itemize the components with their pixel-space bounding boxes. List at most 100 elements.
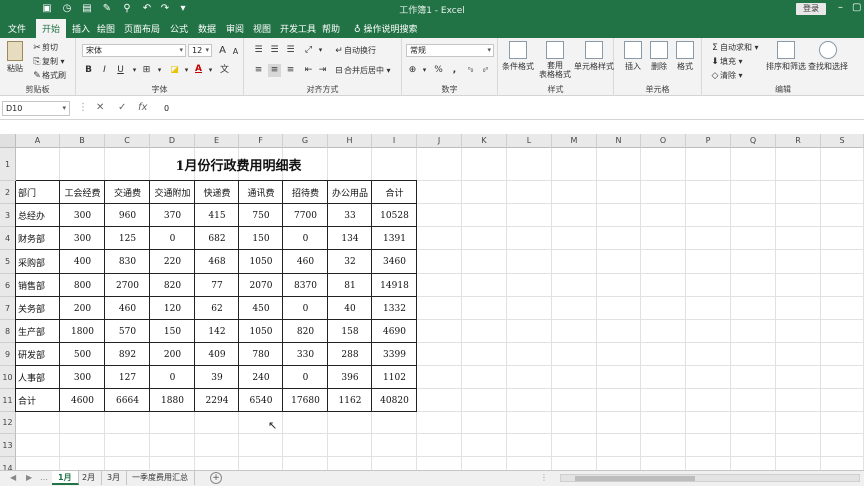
bold-button[interactable]: B: [82, 64, 95, 77]
tab-home[interactable]: 开始: [36, 19, 67, 38]
header-cell[interactable]: 通讯费: [239, 181, 283, 204]
delete-cells-button[interactable]: 删除: [646, 41, 672, 72]
value-cell[interactable]: 120: [150, 297, 195, 320]
shrink-font-button[interactable]: A: [229, 45, 242, 58]
value-cell[interactable]: 150: [150, 320, 195, 343]
value-cell[interactable]: 0: [150, 227, 195, 250]
tab-draw[interactable]: 绘图: [97, 22, 115, 35]
value-cell[interactable]: 40820: [372, 389, 417, 412]
value-cell[interactable]: 800: [60, 274, 105, 297]
format-painter-button[interactable]: ✎格式刷: [32, 70, 66, 81]
add-sheet-icon[interactable]: +: [210, 472, 222, 484]
clear-button[interactable]: ◇ 清除 ▾: [710, 70, 743, 81]
value-cell[interactable]: 830: [105, 250, 150, 274]
autosum-button[interactable]: Σ 自动求和 ▾: [710, 42, 758, 53]
header-cell[interactable]: 招待费: [283, 181, 328, 204]
value-cell[interactable]: 142: [195, 320, 239, 343]
increase-indent-icon[interactable]: ⇥: [316, 64, 329, 77]
value-cell[interactable]: 288: [328, 343, 372, 366]
value-cell[interactable]: 40: [328, 297, 372, 320]
insert-cells-button[interactable]: 插入: [620, 41, 646, 72]
value-cell[interactable]: 0: [283, 297, 328, 320]
align-bottom-icon[interactable]: ☰: [284, 44, 297, 57]
font-name-select[interactable]: 宋体 ▾: [82, 44, 186, 57]
value-cell[interactable]: 8370: [283, 274, 328, 297]
horizontal-scrollbar[interactable]: [560, 474, 860, 482]
value-cell[interactable]: 750: [239, 204, 283, 227]
tab-insert[interactable]: 插入: [72, 22, 90, 35]
value-cell[interactable]: 4600: [60, 389, 105, 412]
cancel-icon[interactable]: ✕: [96, 102, 104, 113]
value-cell[interactable]: 780: [239, 343, 283, 366]
align-middle-icon[interactable]: ☰: [268, 44, 281, 57]
value-cell[interactable]: 2700: [105, 274, 150, 297]
prev-sheet-icon[interactable]: ◀: [10, 473, 16, 482]
value-cell[interactable]: 240: [239, 366, 283, 389]
italic-button[interactable]: I: [98, 64, 111, 77]
value-cell[interactable]: 127: [105, 366, 150, 389]
value-cell[interactable]: 1050: [239, 250, 283, 274]
department-cell[interactable]: 人事部: [16, 366, 60, 389]
align-left-icon[interactable]: ≡: [252, 64, 265, 77]
value-cell[interactable]: 300: [60, 204, 105, 227]
grow-font-button[interactable]: A: [216, 44, 229, 57]
value-cell[interactable]: 500: [60, 343, 105, 366]
header-cell[interactable]: 交通附加: [150, 181, 195, 204]
header-cell[interactable]: 部门: [16, 181, 60, 204]
value-cell[interactable]: 150: [239, 227, 283, 250]
value-cell[interactable]: 300: [60, 366, 105, 389]
formula-input[interactable]: 0: [160, 101, 860, 116]
tab-review[interactable]: 审阅: [226, 22, 244, 35]
value-cell[interactable]: 3399: [372, 343, 417, 366]
value-cell[interactable]: 10528: [372, 204, 417, 227]
align-right-icon[interactable]: ≡: [284, 64, 297, 77]
font-size-select[interactable]: 12 ▾: [188, 44, 212, 57]
header-cell[interactable]: 工会经费: [60, 181, 105, 204]
header-cell[interactable]: 快递费: [195, 181, 239, 204]
department-cell[interactable]: 合计: [16, 389, 60, 412]
value-cell[interactable]: 330: [283, 343, 328, 366]
value-cell[interactable]: 682: [195, 227, 239, 250]
sheet-tab-mar[interactable]: 3月: [101, 471, 128, 485]
value-cell[interactable]: 62: [195, 297, 239, 320]
value-cell[interactable]: 6664: [105, 389, 150, 412]
decrease-indent-icon[interactable]: ⇤: [302, 64, 315, 77]
wrap-text-button[interactable]: ↵自动换行: [334, 45, 376, 56]
tab-formulas[interactable]: 公式: [170, 22, 188, 35]
align-top-icon[interactable]: ☰: [252, 44, 265, 57]
department-cell[interactable]: 总经办: [16, 204, 60, 227]
value-cell[interactable]: 200: [150, 343, 195, 366]
login-button[interactable]: 登录: [796, 3, 826, 15]
underline-button[interactable]: U: [114, 64, 127, 77]
value-cell[interactable]: 820: [150, 274, 195, 297]
value-cell[interactable]: 396: [328, 366, 372, 389]
value-cell[interactable]: 125: [105, 227, 150, 250]
value-cell[interactable]: 17680: [283, 389, 328, 412]
cut-button[interactable]: ✂剪切: [32, 42, 58, 53]
department-cell[interactable]: 研发部: [16, 343, 60, 366]
merge-center-button[interactable]: ⊟合并后居中 ▾: [334, 65, 390, 76]
header-cell[interactable]: 合计: [372, 181, 417, 204]
value-cell[interactable]: 158: [328, 320, 372, 343]
cell-styles-button[interactable]: 单元格样式: [574, 41, 614, 72]
value-cell[interactable]: 1102: [372, 366, 417, 389]
value-cell[interactable]: 460: [105, 297, 150, 320]
scrollbar-thumb[interactable]: [575, 476, 695, 481]
value-cell[interactable]: 409: [195, 343, 239, 366]
decrease-decimal-icon[interactable]: ₀⁰: [479, 64, 492, 77]
insert-function-icon[interactable]: fx: [138, 102, 147, 113]
value-cell[interactable]: 0: [283, 366, 328, 389]
value-cell[interactable]: 33: [328, 204, 372, 227]
tab-help[interactable]: 帮助: [322, 22, 340, 35]
percent-button[interactable]: %: [432, 64, 445, 77]
enter-icon[interactable]: ✓: [118, 102, 126, 113]
value-cell[interactable]: 0: [283, 227, 328, 250]
value-cell[interactable]: 220: [150, 250, 195, 274]
value-cell[interactable]: 2294: [195, 389, 239, 412]
value-cell[interactable]: 1391: [372, 227, 417, 250]
table-title[interactable]: 1月份行政费用明细表: [60, 148, 417, 181]
value-cell[interactable]: 1332: [372, 297, 417, 320]
tab-page-layout[interactable]: 页面布局: [124, 22, 160, 35]
tab-data[interactable]: 数据: [198, 22, 216, 35]
value-cell[interactable]: 1162: [328, 389, 372, 412]
